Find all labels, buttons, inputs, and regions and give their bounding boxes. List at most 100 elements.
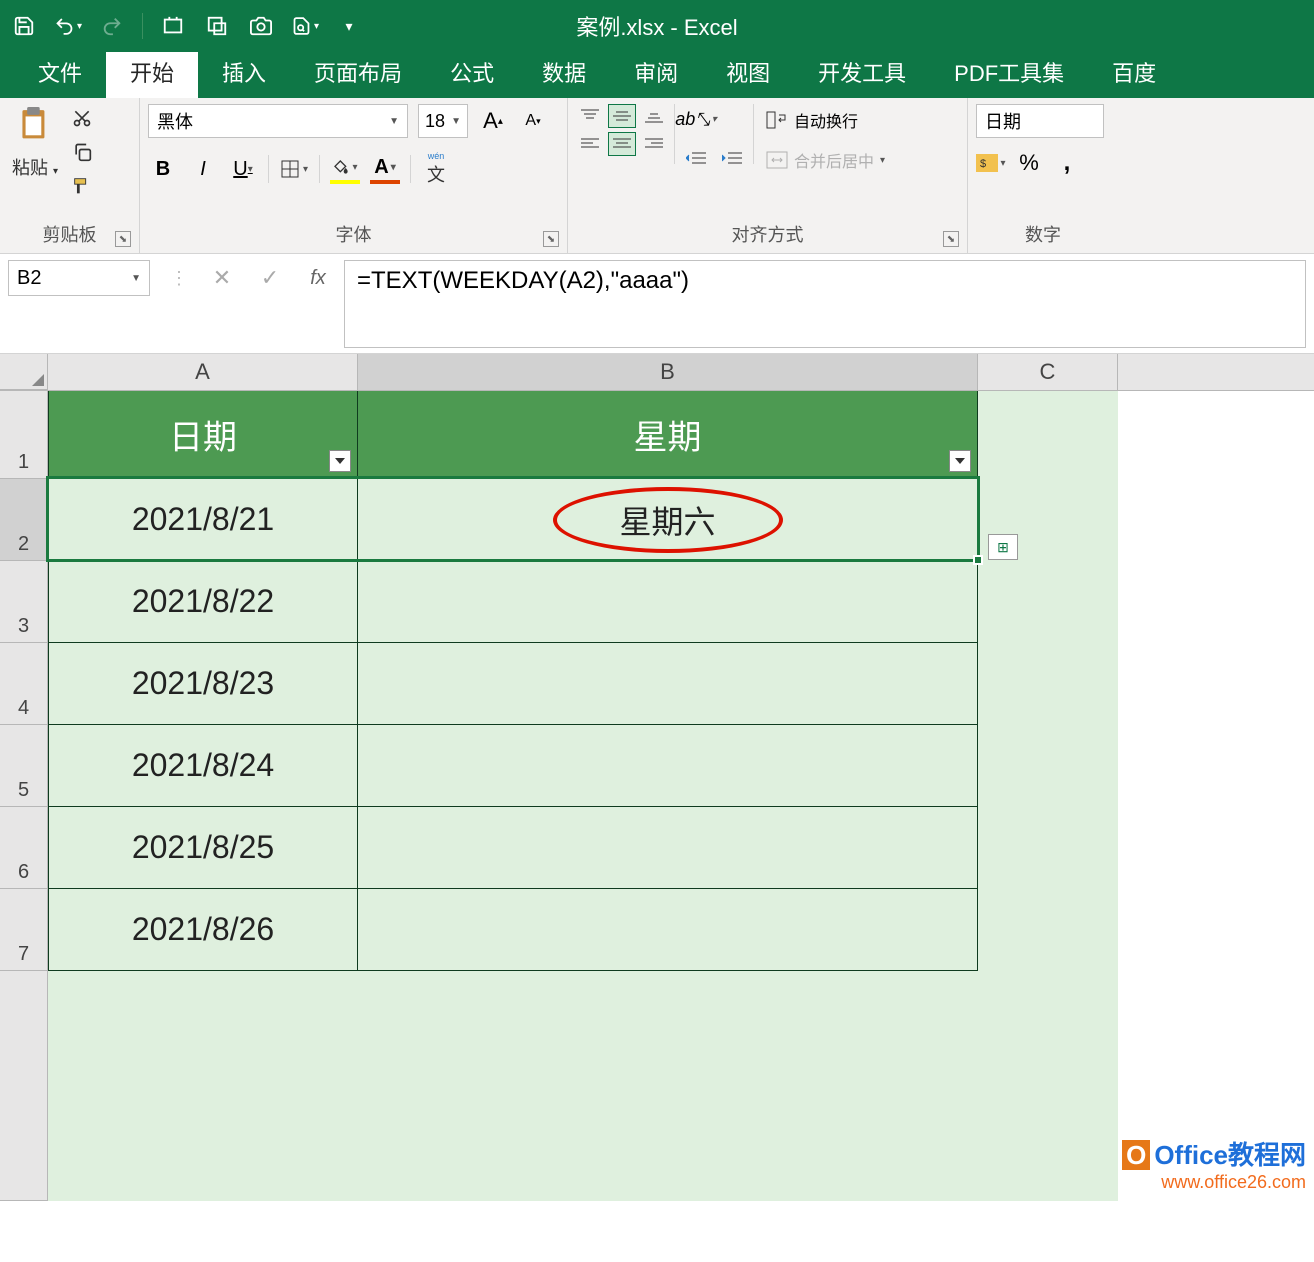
underline-button[interactable]: U ▾ [228,154,258,184]
paste-label: 粘贴 [12,158,48,178]
cell-b4[interactable] [358,643,978,725]
percent-format-icon[interactable]: % [1014,148,1044,178]
decrease-indent-icon[interactable] [681,144,711,174]
screenshot-icon[interactable] [159,12,187,40]
tab-insert[interactable]: 插入 [198,46,290,98]
increase-font-icon[interactable]: A▴ [478,106,508,136]
cut-icon[interactable] [68,104,96,132]
name-box[interactable]: B2▼ [8,260,150,296]
accounting-format-icon[interactable]: $▾ [976,148,1006,178]
preview-icon[interactable]: ▾ [291,12,319,40]
qat-more-icon[interactable]: ▾ [335,12,363,40]
cell-b7[interactable] [358,889,978,971]
merge-center-button[interactable]: 合并后居中 ▾ [760,144,891,176]
font-group-label: 字体⬊ [148,217,559,253]
cell-a6[interactable]: 2021/8/25 [48,807,358,889]
cell-a3[interactable]: 2021/8/22 [48,561,358,643]
watermark: OOffice教程网 www.office26.com [1122,1135,1306,1193]
tab-layout[interactable]: 页面布局 [290,46,426,98]
col-header-a[interactable]: A [48,354,358,390]
align-right-icon[interactable] [640,132,668,156]
align-top-icon[interactable] [576,104,604,128]
tab-baidu[interactable]: 百度 [1088,46,1180,98]
row-header-7[interactable]: 7 [0,889,48,971]
quick-access-toolbar: ▾ ▾ ▾ [10,12,363,40]
number-format-select[interactable]: 日期 [976,104,1104,138]
wrap-text-button[interactable]: 自动换行 [760,104,891,136]
increase-indent-icon[interactable] [717,144,747,174]
tab-data[interactable]: 数据 [518,46,610,98]
cancel-formula-icon[interactable]: ✕ [208,264,236,292]
cell-b5[interactable] [358,725,978,807]
cell-a5[interactable]: 2021/8/24 [48,725,358,807]
tab-review[interactable]: 审阅 [610,46,702,98]
autofill-options-icon[interactable]: ⊞ [988,534,1018,560]
paste-button[interactable]: 粘贴 ▾ [8,104,62,184]
cell-a4[interactable]: 2021/8/23 [48,643,358,725]
formula-bar: B2▼ ⋮ ✕ ✓ fx =TEXT(WEEKDAY(A2),"aaaa") [0,254,1314,354]
align-left-icon[interactable] [576,132,604,156]
formula-input[interactable]: =TEXT(WEEKDAY(A2),"aaaa") [344,260,1306,348]
ribbon: 粘贴 ▾ 剪贴板⬊ 黑体▼ 18▼ A▴ A▾ B I U ▾ ▾ [0,98,1314,254]
number-group-label: 数字 [976,217,1110,253]
cell-a2[interactable]: 2021/8/21 [48,479,358,561]
confirm-formula-icon[interactable]: ✓ [256,264,284,292]
bold-button[interactable]: B [148,154,178,184]
row-header-1[interactable]: 1 [0,391,48,479]
window-title: 案例.xlsx - Excel [576,10,737,42]
decrease-font-icon[interactable]: A▾ [518,106,548,136]
new-window-icon[interactable] [203,12,231,40]
cell-a7[interactable]: 2021/8/26 [48,889,358,971]
font-launcher[interactable]: ⬊ [543,231,559,247]
cell-a1[interactable]: 日期 [48,391,358,479]
insert-function-icon[interactable]: fx [304,264,332,292]
cell-b3[interactable] [358,561,978,643]
select-all-corner[interactable] [0,354,48,390]
col-header-b[interactable]: B [358,354,978,390]
save-icon[interactable] [10,12,38,40]
row-header-5[interactable]: 5 [0,725,48,807]
filter-button-a[interactable] [329,450,351,472]
cell-b2[interactable]: 星期六 [358,479,978,561]
tab-formulas[interactable]: 公式 [426,46,518,98]
cell-b1[interactable]: 星期 [358,391,978,479]
col-header-c[interactable]: C [978,354,1118,390]
undo-icon[interactable]: ▾ [54,12,82,40]
orientation-button[interactable]: ab⤡▾ [681,104,711,134]
ribbon-tabs: 文件 开始 插入 页面布局 公式 数据 审阅 视图 开发工具 PDF工具集 百度 [0,52,1314,98]
align-group-label: 对齐方式⬊ [576,217,959,253]
svg-text:$: $ [980,158,986,170]
row-header-3[interactable]: 3 [0,561,48,643]
font-size-select[interactable]: 18▼ [418,104,468,138]
row-header-4[interactable]: 4 [0,643,48,725]
align-bottom-icon[interactable] [640,104,668,128]
tab-developer[interactable]: 开发工具 [794,46,930,98]
clipboard-group-label: 剪贴板⬊ [8,217,131,253]
comma-format-icon[interactable]: , [1052,148,1082,178]
align-middle-icon[interactable] [608,104,636,128]
cell-b6[interactable] [358,807,978,889]
row-header-empty[interactable] [0,971,48,1201]
camera-icon[interactable] [247,12,275,40]
tab-view[interactable]: 视图 [702,46,794,98]
tab-home[interactable]: 开始 [106,46,198,98]
redo-icon[interactable] [98,12,126,40]
align-center-icon[interactable] [608,132,636,156]
tab-file[interactable]: 文件 [14,46,106,98]
fill-color-button[interactable]: ▾ [330,154,360,184]
phonetic-button[interactable]: wén文 [421,154,451,184]
filter-button-b[interactable] [949,450,971,472]
borders-button[interactable]: ▾ [279,154,309,184]
font-name-select[interactable]: 黑体▼ [148,104,408,138]
clipboard-launcher[interactable]: ⬊ [115,231,131,247]
row-header-2[interactable]: 2 [0,479,48,561]
align-launcher[interactable]: ⬊ [943,231,959,247]
font-color-button[interactable]: A▾ [370,154,400,184]
tab-pdf[interactable]: PDF工具集 [930,46,1088,98]
row-header-6[interactable]: 6 [0,807,48,889]
format-painter-icon[interactable] [68,172,96,200]
copy-icon[interactable] [68,138,96,166]
italic-button[interactable]: I [188,154,218,184]
empty-area-bc[interactable] [358,971,1118,1201]
empty-area-a[interactable] [48,971,358,1201]
